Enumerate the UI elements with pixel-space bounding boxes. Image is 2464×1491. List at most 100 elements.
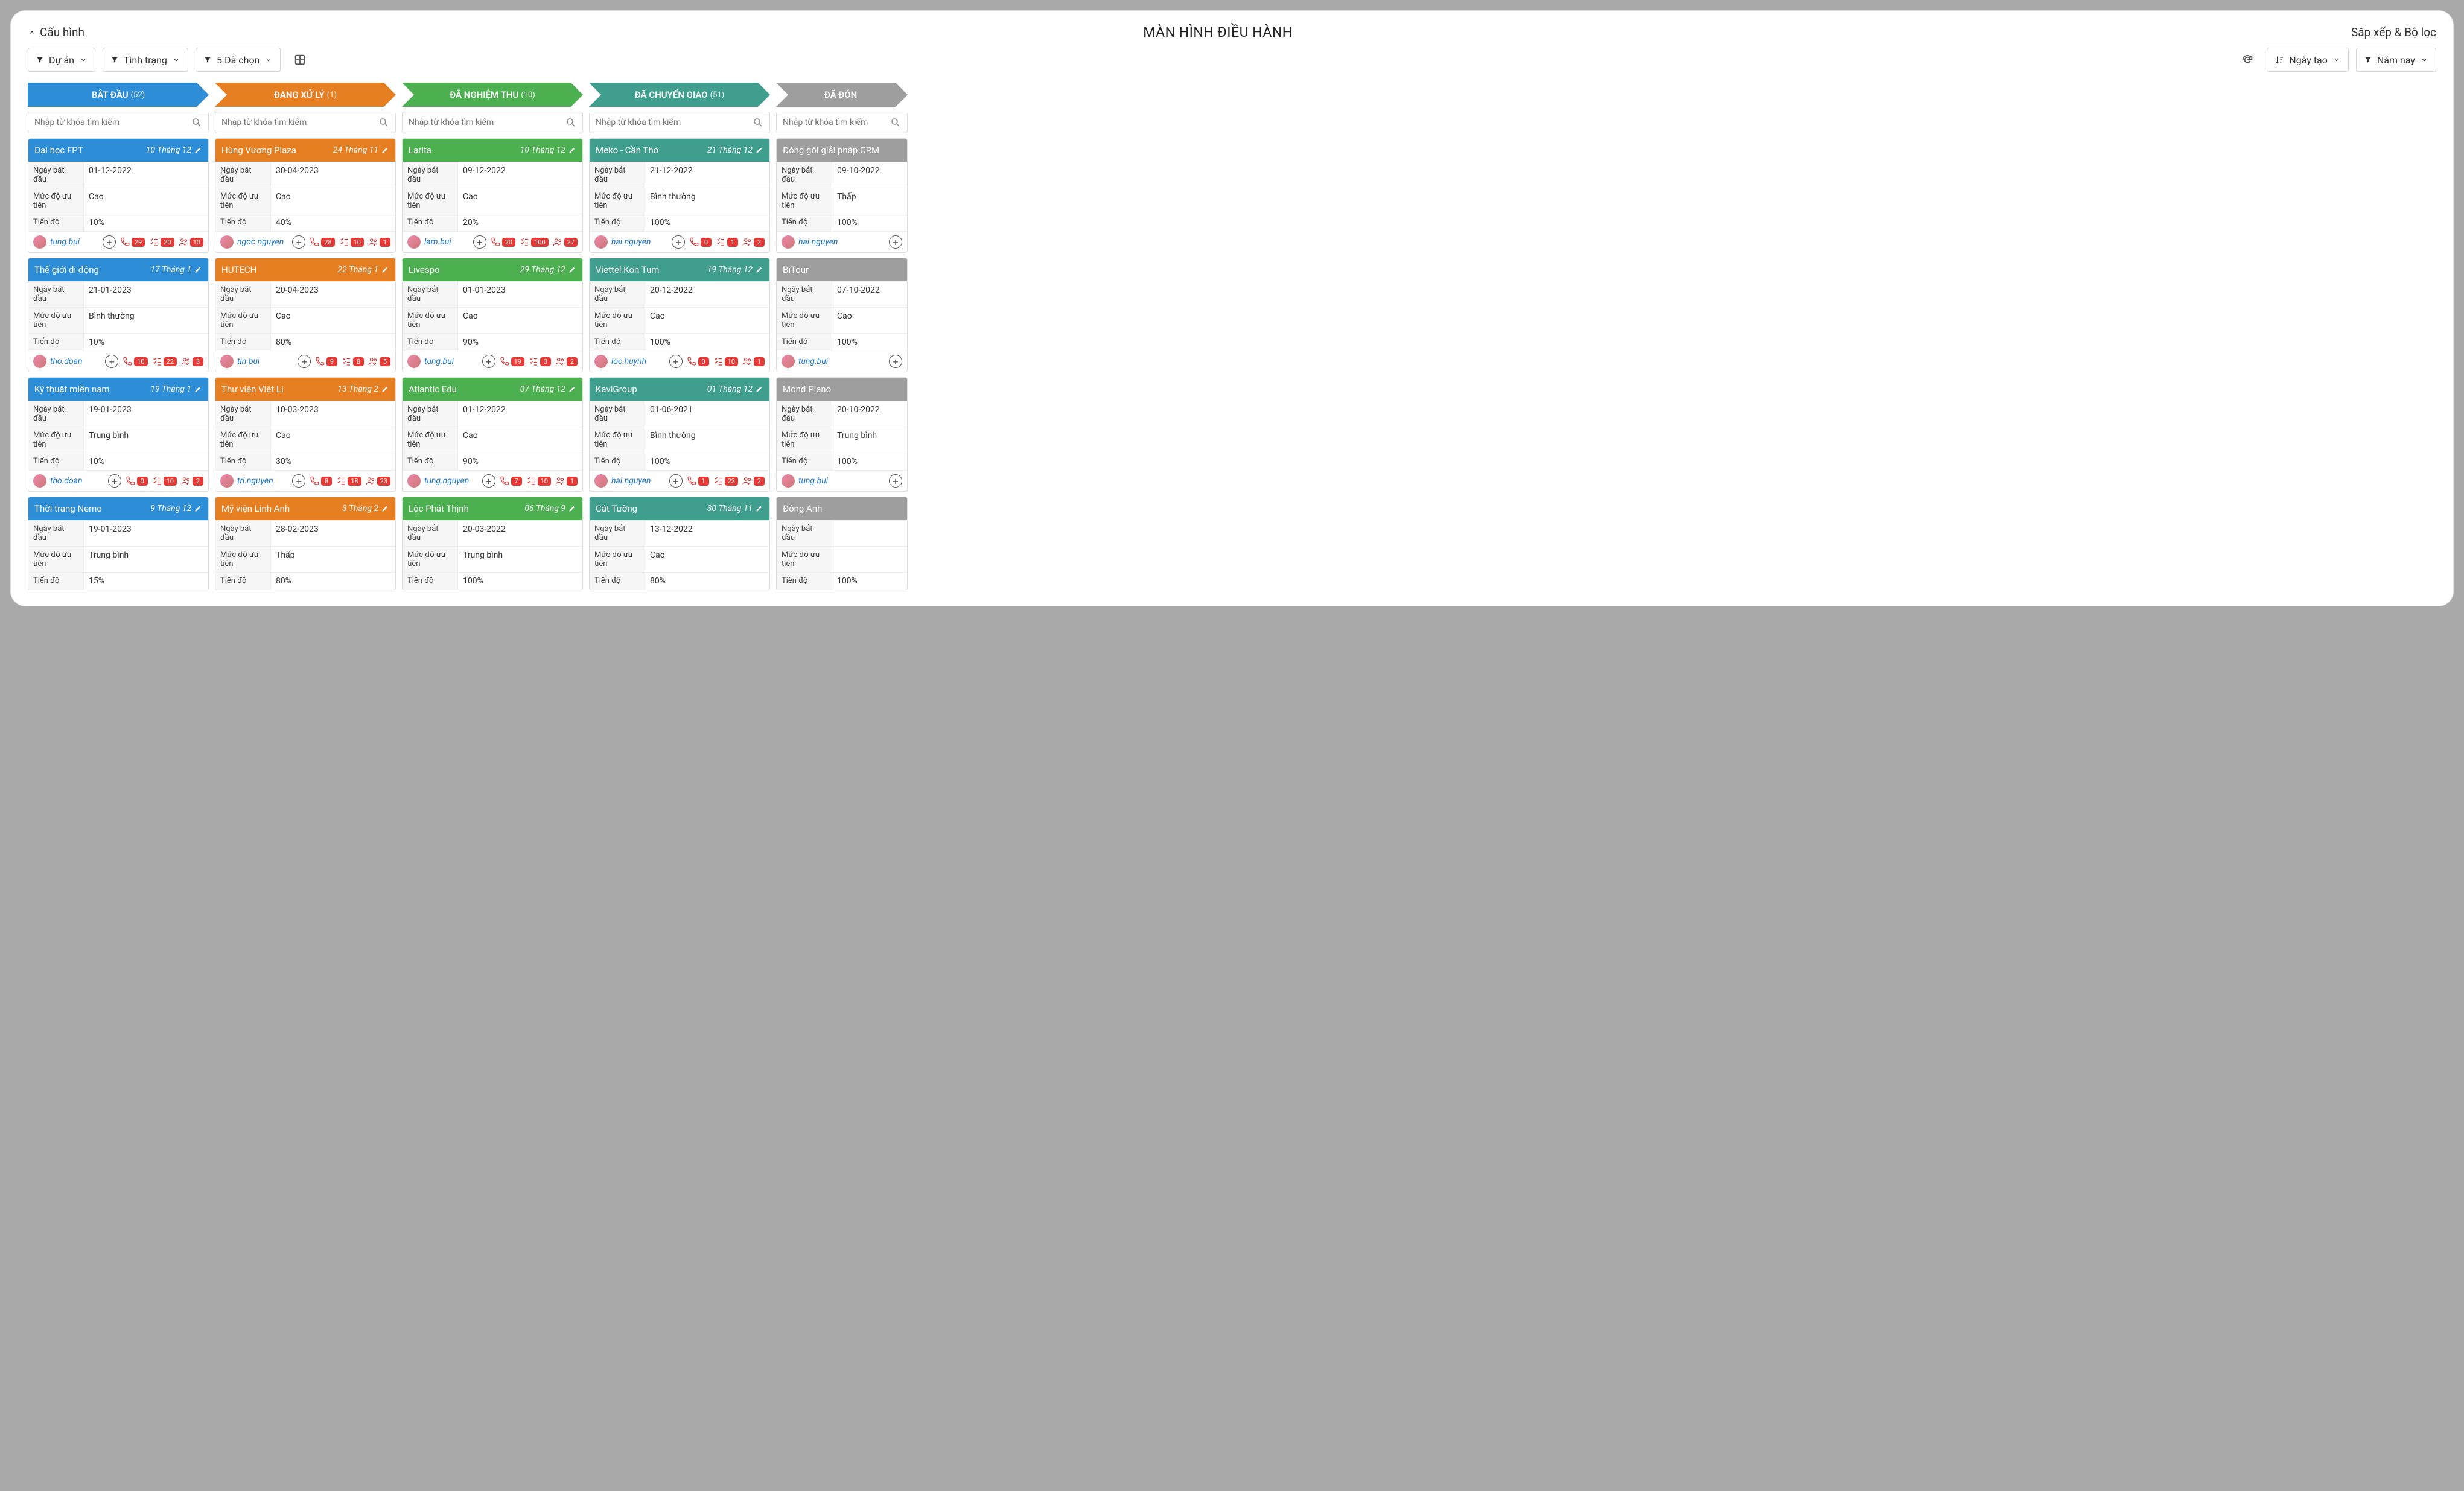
add-button[interactable]: + <box>669 355 683 368</box>
add-button[interactable]: + <box>889 474 902 488</box>
config-toggle[interactable]: Cấu hình <box>28 25 84 39</box>
stat-tasks[interactable]: 10 <box>339 237 364 247</box>
stat-calls[interactable]: 0 <box>125 475 148 486</box>
stat-people[interactable]: 1 <box>368 237 390 247</box>
grid-view-button[interactable] <box>288 48 312 72</box>
project-filter[interactable]: Dự án <box>28 48 95 72</box>
add-button[interactable]: + <box>292 474 305 488</box>
selected-filter[interactable]: 5 Đã chọn <box>196 48 281 72</box>
assignee-name[interactable]: tin.bui <box>237 357 294 366</box>
assignee-name[interactable]: loc.huynh <box>611 357 666 366</box>
assignee-name[interactable]: tho.doan <box>50 357 101 366</box>
stat-people[interactable]: 5 <box>368 356 390 367</box>
stat-calls[interactable]: 20 <box>490 237 515 247</box>
stat-people[interactable]: 1 <box>742 356 765 367</box>
add-button[interactable]: + <box>473 235 486 249</box>
sort-by-select[interactable]: Ngày tạo <box>2267 48 2349 72</box>
project-card[interactable]: Cát Tường30 Tháng 11 Ngày bắt đầu13-12-2… <box>589 497 770 590</box>
assignee-name[interactable]: hai.nguyen <box>611 476 666 486</box>
project-card[interactable]: Thế giới di động17 Tháng 1 Ngày bắt đầu2… <box>28 258 209 372</box>
search-input[interactable] <box>783 118 890 127</box>
stat-people[interactable]: 2 <box>742 237 765 247</box>
stat-tasks[interactable]: 20 <box>148 237 174 247</box>
stat-calls[interactable]: 8 <box>309 475 332 486</box>
project-card[interactable]: Lộc Phát Thịnh06 Tháng 9 Ngày bắt đầu20-… <box>402 497 583 590</box>
project-card[interactable]: Hùng Vương Plaza24 Tháng 11 Ngày bắt đầu… <box>215 138 396 253</box>
project-card[interactable]: Đông Anh Ngày bắt đầu Mức độ ưu tiên Tiế… <box>776 497 908 590</box>
search-input[interactable] <box>409 118 565 127</box>
search-input[interactable] <box>34 118 191 127</box>
stat-calls[interactable]: 7 <box>499 475 522 486</box>
add-button[interactable]: + <box>669 474 683 488</box>
year-filter[interactable]: Năm nay <box>2356 48 2436 72</box>
stat-tasks[interactable]: 1 <box>715 237 738 247</box>
assignee-name[interactable]: tho.doan <box>50 476 104 486</box>
assignee-name[interactable]: tung.bui <box>424 357 479 366</box>
project-card[interactable]: Livespo29 Tháng 12 Ngày bắt đầu01-01-202… <box>402 258 583 372</box>
project-card[interactable]: Đóng gói giải pháp CRM Ngày bắt đầu09-10… <box>776 138 908 253</box>
assignee-name[interactable]: tung.bui <box>798 357 885 366</box>
add-button[interactable]: + <box>482 355 495 368</box>
project-card[interactable]: BiTour Ngày bắt đầu07-10-2022 Mức độ ưu … <box>776 258 908 372</box>
project-card[interactable]: Thư viện Việt Li13 Tháng 2 Ngày bắt đầu1… <box>215 377 396 492</box>
stat-people[interactable]: 2 <box>555 356 578 367</box>
stat-calls[interactable]: 0 <box>686 356 709 367</box>
project-card[interactable]: Mỹ viện Linh Anh3 Tháng 2 Ngày bắt đầu28… <box>215 497 396 590</box>
stat-people[interactable]: 2 <box>742 475 765 486</box>
stat-tasks[interactable]: 10 <box>526 475 551 486</box>
project-card[interactable]: Kỹ thuật miền nam19 Tháng 1 Ngày bắt đầu… <box>28 377 209 492</box>
project-card[interactable]: Viettel Kon Tum19 Tháng 12 Ngày bắt đầu2… <box>589 258 770 372</box>
stat-people[interactable]: 23 <box>365 475 390 486</box>
stage-header[interactable]: ĐANG XỬ LÝ (1) <box>215 83 396 107</box>
stat-tasks[interactable]: 8 <box>341 356 364 367</box>
add-button[interactable]: + <box>889 355 902 368</box>
assignee-name[interactable]: lam.bui <box>424 237 470 247</box>
add-button[interactable]: + <box>889 235 902 249</box>
assignee-name[interactable]: ngoc.nguyen <box>237 237 288 247</box>
stat-calls[interactable]: 1 <box>686 475 709 486</box>
stage-header[interactable]: BẮT ĐẦU (52) <box>28 83 209 107</box>
stage-header[interactable]: ĐÃ NGHIỆM THU (10) <box>402 83 583 107</box>
assignee-name[interactable]: tung.bui <box>798 476 885 486</box>
stat-calls[interactable]: 9 <box>314 356 337 367</box>
add-button[interactable]: + <box>108 474 121 488</box>
project-card[interactable]: Meko - Cần Thơ21 Tháng 12 Ngày bắt đầu21… <box>589 138 770 253</box>
stat-calls[interactable]: 19 <box>499 356 524 367</box>
assignee-name[interactable]: hai.nguyen <box>611 237 668 247</box>
project-card[interactable]: Mond Piano Ngày bắt đầu20-10-2022 Mức độ… <box>776 377 908 492</box>
add-button[interactable]: + <box>482 474 495 488</box>
stat-people[interactable]: 27 <box>552 237 578 247</box>
stat-tasks[interactable]: 22 <box>151 356 177 367</box>
project-card[interactable]: HUTECH22 Tháng 1 Ngày bắt đầu20-04-2023 … <box>215 258 396 372</box>
stat-tasks[interactable]: 100 <box>519 237 549 247</box>
stat-people[interactable]: 1 <box>555 475 578 486</box>
stat-people[interactable]: 10 <box>178 237 203 247</box>
refresh-button[interactable] <box>2235 48 2259 72</box>
project-card[interactable]: Đại học FPT10 Tháng 12 Ngày bắt đầu01-12… <box>28 138 209 253</box>
status-filter[interactable]: Tình trạng <box>103 48 188 72</box>
add-button[interactable]: + <box>105 355 118 368</box>
stat-tasks[interactable]: 3 <box>528 356 551 367</box>
add-button[interactable]: + <box>103 235 116 249</box>
project-card[interactable]: KaviGroup01 Tháng 12 Ngày bắt đầu01-06-2… <box>589 377 770 492</box>
stage-header[interactable]: ĐÃ CHUYỂN GIAO (51) <box>589 83 770 107</box>
project-card[interactable]: Thời trang Nemo9 Tháng 12 Ngày bắt đầu19… <box>28 497 209 590</box>
project-card[interactable]: Atlantic Edu07 Tháng 12 Ngày bắt đầu01-1… <box>402 377 583 492</box>
assignee-name[interactable]: hai.nguyen <box>798 237 885 247</box>
stat-calls[interactable]: 29 <box>119 237 145 247</box>
stat-calls[interactable]: 28 <box>309 237 334 247</box>
stat-tasks[interactable]: 10 <box>151 475 177 486</box>
stat-people[interactable]: 3 <box>180 356 203 367</box>
stat-tasks[interactable]: 10 <box>713 356 738 367</box>
stat-tasks[interactable]: 18 <box>336 475 361 486</box>
add-button[interactable]: + <box>672 235 685 249</box>
add-button[interactable]: + <box>298 355 311 368</box>
stat-people[interactable]: 2 <box>180 475 203 486</box>
assignee-name[interactable]: tung.bui <box>50 237 99 247</box>
search-input[interactable] <box>596 118 753 127</box>
assignee-name[interactable]: tung.nguyen <box>424 476 479 486</box>
assignee-name[interactable]: tri.nguyen <box>237 476 288 486</box>
stat-calls[interactable]: 0 <box>689 237 712 247</box>
stat-calls[interactable]: 10 <box>122 356 147 367</box>
add-button[interactable]: + <box>292 235 305 249</box>
